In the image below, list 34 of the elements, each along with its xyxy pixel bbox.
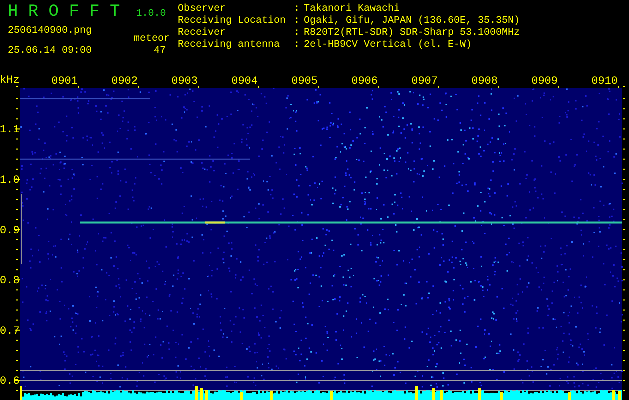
info-value: Ogaki, Gifu, JAPAN (136.60E, 35.35N): [304, 16, 520, 28]
x-axis-label: 0909: [532, 76, 558, 88]
x-axis-label: 0907: [412, 76, 438, 88]
axis-unit-label: kHz: [0, 75, 20, 87]
app-version: 1.0.0: [136, 9, 166, 21]
info-separator: :: [294, 16, 302, 28]
info-value: 2el-HB9CV Vertical (el. E-W): [304, 40, 472, 52]
x-axis-label: 0905: [292, 76, 318, 88]
x-axis-label: 0908: [472, 76, 498, 88]
app-title: H R O F F T: [8, 4, 120, 22]
y-axis-label: 0.8: [0, 276, 20, 288]
info-label: Receiving Location: [178, 16, 288, 28]
info-label: Receiving antenna: [178, 40, 282, 52]
x-axis-label: 0903: [172, 76, 198, 88]
info-separator: :: [294, 4, 302, 16]
info-separator: :: [294, 40, 302, 52]
x-axis-label: 0904: [232, 76, 258, 88]
x-axis-label: 0902: [112, 76, 138, 88]
y-axis-label: 0.9: [0, 225, 20, 238]
info-separator: :: [294, 28, 302, 40]
x-axis-label: 0910: [592, 76, 618, 88]
y-axis-label: 1.1: [0, 124, 20, 137]
timestamp: 25.06.14 09:00: [8, 46, 92, 58]
file-name: 2506140900.png: [8, 26, 92, 38]
count-label: meteor: [134, 34, 170, 46]
x-axis-label: 0901: [52, 76, 78, 88]
info-value: Takanori Kawachi: [304, 4, 400, 16]
meteor-count: 47: [154, 46, 167, 58]
info-value: R820T2(RTL-SDR) SDR-Sharp 53.1000MHz: [304, 28, 520, 40]
info-label: Observer: [178, 4, 228, 16]
x-axis-label: 0906: [352, 76, 378, 88]
info-label: Receiver: [178, 28, 228, 40]
y-axis-label: 0.7: [0, 326, 20, 338]
y-axis-label: 0.6: [0, 376, 20, 388]
